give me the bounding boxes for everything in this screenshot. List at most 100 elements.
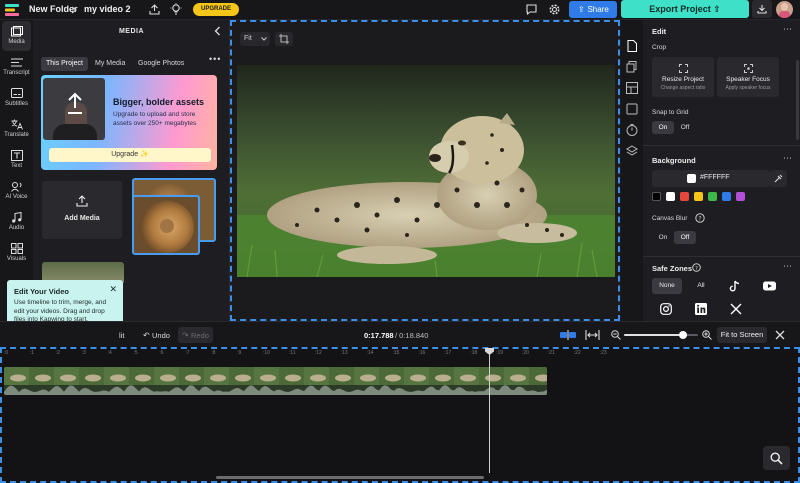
- speaker-title: Speaker Focus: [726, 76, 770, 83]
- panel-title: MEDIA: [118, 28, 145, 35]
- properties-scrollbar[interactable]: [796, 60, 799, 140]
- layout-icon[interactable]: [626, 82, 638, 94]
- color-swatch[interactable]: [722, 192, 731, 201]
- timeline[interactable]: :0:1:2:3:4:5:6:7:8:9:10:11:12:13:14:15:1…: [0, 347, 800, 483]
- color-swatch[interactable]: [652, 192, 661, 201]
- share-button[interactable]: ⇪ Share: [569, 1, 617, 18]
- timeline-scrollbar[interactable]: [216, 476, 484, 479]
- x-twitter-icon[interactable]: [730, 303, 742, 315]
- fit-dropdown[interactable]: Fit: [240, 32, 270, 46]
- more-options-icon[interactable]: ⋯: [783, 24, 792, 35]
- ruler-tick: :8: [211, 350, 216, 356]
- document-icon[interactable]: [626, 40, 638, 52]
- blur-off-toggle[interactable]: Off: [674, 231, 696, 244]
- rail-item-translate[interactable]: Translate: [0, 114, 33, 144]
- kapwing-logo-icon[interactable]: [5, 3, 21, 17]
- safe-zone-none[interactable]: None: [652, 278, 682, 294]
- crop-button[interactable]: [275, 32, 293, 46]
- more-options-icon[interactable]: •••: [209, 54, 221, 64]
- help-icon[interactable]: ?: [692, 263, 701, 272]
- ruler-tick: :19: [496, 350, 504, 356]
- snap-on-toggle[interactable]: On: [652, 121, 674, 134]
- resize-subtitle: Change aspect ratio: [660, 85, 706, 91]
- more-options-icon[interactable]: ⋯: [783, 261, 792, 272]
- snap-off-toggle[interactable]: Off: [674, 121, 696, 134]
- upload-icon[interactable]: [149, 4, 160, 15]
- rail-item-media[interactable]: Media: [2, 21, 31, 51]
- ruler-tick: :12: [314, 350, 322, 356]
- audio-icon: [12, 212, 22, 223]
- rail-item-visuals[interactable]: Visuals: [0, 238, 33, 268]
- rail-item-ai-voice[interactable]: AI Voice: [0, 176, 33, 206]
- copy-icon[interactable]: [626, 61, 638, 73]
- clip-frame: [79, 367, 104, 385]
- media-thumbnail-lion[interactable]: [132, 195, 200, 255]
- fit-timeline-icon[interactable]: [585, 330, 600, 340]
- rail-item-text[interactable]: Text: [0, 145, 33, 175]
- fit-to-screen-button[interactable]: Fit to Screen: [717, 327, 767, 343]
- color-swatch[interactable]: [708, 192, 717, 201]
- video-clip-track[interactable]: [4, 367, 547, 395]
- eyedropper-button[interactable]: [770, 170, 787, 187]
- promo-image: [43, 78, 105, 140]
- lightbulb-icon[interactable]: [170, 3, 182, 16]
- project-title[interactable]: my video 2: [84, 4, 131, 14]
- zoom-out-icon[interactable]: [611, 330, 621, 340]
- search-button[interactable]: [763, 446, 790, 470]
- video-canvas[interactable]: Fit: [230, 20, 620, 321]
- color-swatch[interactable]: [694, 192, 703, 201]
- safe-zone-all[interactable]: All: [687, 278, 715, 294]
- add-media-button[interactable]: Add Media: [42, 181, 122, 239]
- close-icon[interactable]: ✕: [109, 284, 117, 295]
- background-color-field[interactable]: #FFFFFF: [652, 170, 770, 187]
- redo-button[interactable]: ↷ Redo: [178, 327, 213, 343]
- clip-frame: [454, 367, 479, 385]
- color-swatch[interactable]: [736, 192, 745, 201]
- resize-project-button[interactable]: Resize Project Change aspect ratio: [652, 57, 714, 97]
- export-project-button[interactable]: Export Project ⇧: [621, 0, 749, 18]
- ruler-tick: :17: [444, 350, 452, 356]
- tab-google-photos[interactable]: Google Photos: [133, 57, 189, 71]
- divider: [643, 256, 800, 257]
- rail-item-audio[interactable]: Audio: [0, 207, 33, 237]
- layers-icon[interactable]: [626, 145, 638, 157]
- clip-frame: [179, 367, 204, 385]
- color-swatch[interactable]: [666, 192, 675, 201]
- collapse-panel-icon[interactable]: [214, 26, 221, 36]
- blur-on-toggle[interactable]: On: [652, 231, 674, 244]
- more-options-icon[interactable]: ⋯: [783, 153, 792, 164]
- playhead[interactable]: [489, 349, 490, 473]
- linkedin-icon[interactable]: [695, 303, 707, 315]
- timeline-ruler[interactable]: :0:1:2:3:4:5:6:7:8:9:10:11:12:13:14:15:1…: [2, 349, 798, 361]
- zoom-slider-track[interactable]: [624, 331, 698, 339]
- download-button[interactable]: [752, 0, 772, 18]
- gear-icon[interactable]: [549, 4, 560, 15]
- rail-item-subtitles[interactable]: Subtitles: [0, 83, 33, 113]
- tiktok-icon[interactable]: [729, 280, 741, 292]
- zoom-slider-handle[interactable]: [679, 331, 688, 339]
- undo-button[interactable]: ↶ Undo: [139, 327, 175, 343]
- split-clip-icon[interactable]: [560, 330, 576, 340]
- frame-icon[interactable]: [626, 103, 638, 115]
- upgrade-button[interactable]: UPGRADE: [193, 3, 239, 16]
- color-swatch[interactable]: [680, 192, 689, 201]
- split-button[interactable]: lit: [119, 331, 124, 340]
- avatar[interactable]: [776, 1, 793, 18]
- timer-icon[interactable]: [626, 124, 638, 136]
- instagram-icon[interactable]: [660, 303, 672, 315]
- share-icon: ⇪: [577, 5, 585, 14]
- left-rail: Media Transcript Subtitles Translate Tex…: [0, 20, 33, 324]
- tab-this-project[interactable]: This Project: [41, 57, 88, 71]
- promo-upgrade-button[interactable]: Upgrade ✨: [49, 148, 211, 162]
- zoom-in-icon[interactable]: [702, 330, 712, 340]
- youtube-icon[interactable]: [763, 281, 776, 291]
- close-icon[interactable]: [775, 330, 785, 340]
- help-icon[interactable]: ?: [695, 213, 705, 223]
- tab-my-media[interactable]: My Media: [90, 57, 130, 71]
- video-preview[interactable]: [237, 65, 615, 277]
- speaker-focus-button[interactable]: Speaker Focus Apply speaker focus: [717, 57, 779, 97]
- undo-icon: ↶: [143, 331, 150, 340]
- comment-icon[interactable]: [526, 4, 537, 15]
- rail-item-transcript[interactable]: Transcript: [0, 52, 33, 82]
- download-icon: [757, 5, 767, 14]
